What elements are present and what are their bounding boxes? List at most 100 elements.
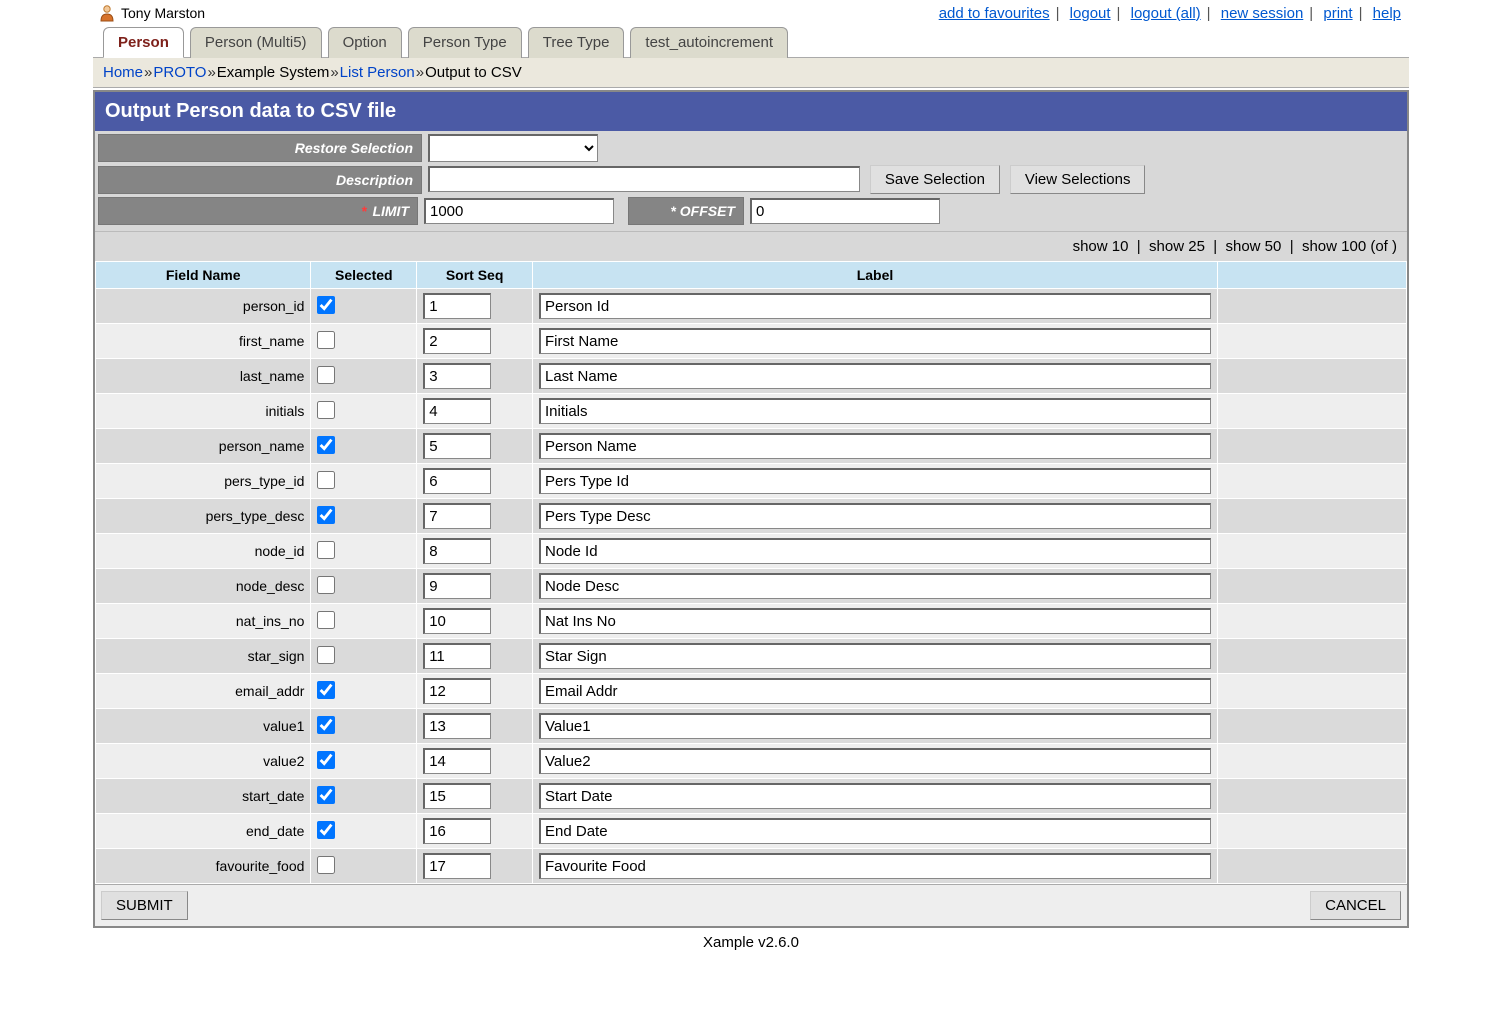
tab-tree-type[interactable]: Tree Type [528, 27, 625, 58]
col-selected: Selected [311, 262, 417, 289]
offset-input[interactable] [750, 198, 940, 224]
submit-button[interactable]: SUBMIT [101, 891, 188, 920]
sort-seq-input[interactable] [423, 503, 491, 529]
tab-person-multi5-[interactable]: Person (Multi5) [190, 27, 322, 58]
bc-home[interactable]: Home [103, 64, 143, 81]
footer-version: Xample v2.6.0 [93, 928, 1409, 957]
selected-checkbox[interactable] [317, 716, 335, 734]
tab-test-autoincrement[interactable]: test_autoincrement [630, 27, 788, 58]
link-print[interactable]: print [1323, 5, 1352, 22]
sort-seq-input[interactable] [423, 853, 491, 879]
selected-checkbox[interactable] [317, 576, 335, 594]
user-icon [99, 4, 115, 22]
page-title: Output Person data to CSV file [95, 92, 1407, 131]
cancel-button[interactable]: CANCEL [1310, 891, 1401, 920]
field-name: initials [96, 394, 311, 429]
restore-select[interactable] [428, 134, 598, 162]
link-help[interactable]: help [1373, 5, 1401, 22]
table-row: value2 [96, 744, 1407, 779]
label-input[interactable] [539, 573, 1211, 599]
field-name: node_desc [96, 569, 311, 604]
selected-checkbox[interactable] [317, 436, 335, 454]
table-row: last_name [96, 359, 1407, 394]
sort-seq-input[interactable] [423, 818, 491, 844]
sort-seq-input[interactable] [423, 363, 491, 389]
sort-seq-input[interactable] [423, 678, 491, 704]
bc-current: Output to CSV [425, 64, 522, 81]
label-input[interactable] [539, 643, 1211, 669]
limit-input[interactable] [424, 198, 614, 224]
tab-person[interactable]: Person [103, 27, 184, 58]
link-logout[interactable]: logout [1070, 5, 1111, 22]
sort-seq-input[interactable] [423, 538, 491, 564]
selected-checkbox[interactable] [317, 471, 335, 489]
sort-seq-input[interactable] [423, 433, 491, 459]
label-input[interactable] [539, 538, 1211, 564]
label-input[interactable] [539, 608, 1211, 634]
label-input[interactable] [539, 468, 1211, 494]
label-input[interactable] [539, 678, 1211, 704]
save-selection-button[interactable]: Save Selection [870, 165, 1000, 194]
label-input[interactable] [539, 503, 1211, 529]
show-100[interactable]: show 100 (of ) [1302, 238, 1397, 255]
selected-checkbox[interactable] [317, 296, 335, 314]
tab-person-type[interactable]: Person Type [408, 27, 522, 58]
selected-checkbox[interactable] [317, 331, 335, 349]
sort-seq-input[interactable] [423, 643, 491, 669]
show-10[interactable]: show 10 [1073, 238, 1129, 255]
label-input[interactable] [539, 748, 1211, 774]
link-new-session[interactable]: new session [1221, 5, 1304, 22]
table-row: first_name [96, 324, 1407, 359]
tab-option[interactable]: Option [328, 27, 402, 58]
selected-checkbox[interactable] [317, 541, 335, 559]
breadcrumb: Home»PROTO»Example System»List Person»Ou… [93, 58, 1409, 88]
sort-seq-input[interactable] [423, 293, 491, 319]
link-logout-all[interactable]: logout (all) [1131, 5, 1201, 22]
field-name: star_sign [96, 639, 311, 674]
sort-seq-input[interactable] [423, 573, 491, 599]
table-row: pers_type_id [96, 464, 1407, 499]
sort-seq-input[interactable] [423, 468, 491, 494]
selected-checkbox[interactable] [317, 611, 335, 629]
label-input[interactable] [539, 713, 1211, 739]
field-name: email_addr [96, 674, 311, 709]
col-label: Label [533, 262, 1218, 289]
selected-checkbox[interactable] [317, 856, 335, 874]
sort-seq-input[interactable] [423, 748, 491, 774]
table-row: nat_ins_no [96, 604, 1407, 639]
description-input[interactable] [428, 166, 860, 192]
selected-checkbox[interactable] [317, 506, 335, 524]
table-row: person_id [96, 289, 1407, 324]
sort-seq-input[interactable] [423, 398, 491, 424]
label-input[interactable] [539, 328, 1211, 354]
bc-proto[interactable]: PROTO [153, 64, 206, 81]
field-name: person_id [96, 289, 311, 324]
bc-list[interactable]: List Person [340, 64, 415, 81]
selected-checkbox[interactable] [317, 751, 335, 769]
label-input[interactable] [539, 853, 1211, 879]
selected-checkbox[interactable] [317, 366, 335, 384]
sort-seq-input[interactable] [423, 328, 491, 354]
show-50[interactable]: show 50 [1226, 238, 1282, 255]
label-input[interactable] [539, 293, 1211, 319]
table-row: start_date [96, 779, 1407, 814]
table-row: value1 [96, 709, 1407, 744]
table-row: pers_type_desc [96, 499, 1407, 534]
sort-seq-input[interactable] [423, 713, 491, 739]
selected-checkbox[interactable] [317, 646, 335, 664]
label-input[interactable] [539, 363, 1211, 389]
selected-checkbox[interactable] [317, 821, 335, 839]
label-input[interactable] [539, 818, 1211, 844]
sort-seq-input[interactable] [423, 783, 491, 809]
view-selections-button[interactable]: View Selections [1010, 165, 1146, 194]
label-input[interactable] [539, 783, 1211, 809]
label-input[interactable] [539, 398, 1211, 424]
sort-seq-input[interactable] [423, 608, 491, 634]
link-favourites[interactable]: add to favourites [939, 5, 1050, 22]
selected-checkbox[interactable] [317, 401, 335, 419]
selected-checkbox[interactable] [317, 681, 335, 699]
field-name: pers_type_desc [96, 499, 311, 534]
label-input[interactable] [539, 433, 1211, 459]
show-25[interactable]: show 25 [1149, 238, 1205, 255]
selected-checkbox[interactable] [317, 786, 335, 804]
